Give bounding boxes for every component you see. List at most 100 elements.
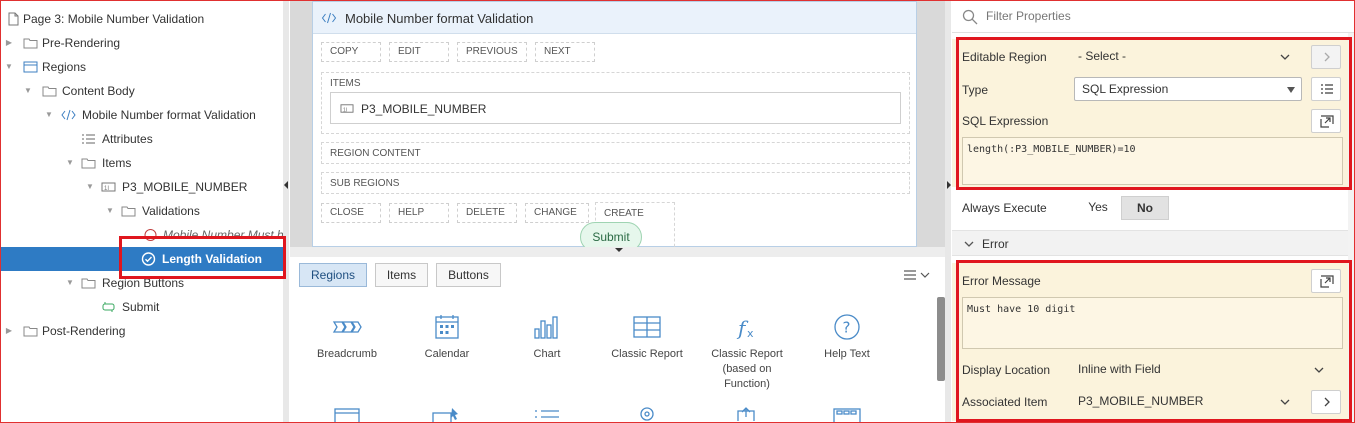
breadcrumb-icon (332, 321, 362, 333)
chart-icon (534, 316, 558, 339)
tree-node-label: Region Buttons (102, 276, 185, 290)
dropzone-copy[interactable]: COPY (321, 42, 381, 62)
error-group: Error Message Must have 10 digit Display… (952, 263, 1354, 421)
gallery-item-help-text[interactable]: ? Help Text (799, 313, 895, 362)
dropzone-delete[interactable]: DELETE (457, 203, 517, 223)
error-message-input[interactable]: Must have 10 digit (962, 297, 1343, 349)
associated-item-select[interactable]: P3_MOBILE_NUMBER (1074, 390, 1296, 414)
identification-group: Editable Region - Select - Type SQL Expr… (952, 39, 1354, 187)
gallery-item-classic-report-function[interactable]: fx Classic Report (based on Function) (699, 313, 795, 392)
page-icon (8, 12, 19, 26)
item-chip-label: P3_MOBILE_NUMBER (361, 102, 487, 116)
text-item-icon: 1I (101, 182, 116, 192)
region-content-dropzone[interactable]: REGION CONTENT (321, 142, 910, 164)
tree-node-page[interactable]: Page 3: Mobile Number Validation (1, 7, 283, 31)
gallery-item-calendar[interactable]: Calendar (399, 313, 495, 362)
create-label: CREATE (604, 208, 644, 219)
code-icon (321, 12, 337, 24)
search-icon (962, 9, 978, 25)
always-execute-no[interactable]: No (1121, 196, 1169, 220)
collapse-arrow-icon[interactable]: ▼ (65, 151, 75, 175)
gallery-item-label: Calendar (424, 348, 470, 360)
collapse-right-icon[interactable] (947, 181, 951, 189)
expand-arrow-icon[interactable]: ▶ (4, 319, 14, 343)
tree-node-region-buttons[interactable]: ▼ Region Buttons (1, 271, 283, 295)
property-editor: Filter Properties Editable Region - Sele… (952, 1, 1354, 422)
collapse-arrow-icon[interactable]: ▼ (85, 175, 95, 199)
tree-node-attributes[interactable]: Attributes (1, 127, 283, 151)
gallery-item-label: Chart (533, 348, 561, 360)
collapse-arrow-icon[interactable]: ▼ (23, 79, 33, 103)
gallery-item-classic-report[interactable]: Classic Report (599, 313, 695, 362)
check-circle-icon (141, 252, 156, 266)
expand-arrow-icon[interactable]: ▶ (4, 31, 14, 55)
editable-region-select[interactable]: - Select - (1074, 45, 1296, 69)
tree-node-length-validation[interactable]: Length Validation (1, 247, 283, 271)
tree-node-regions[interactable]: ▼ Regions (1, 55, 283, 79)
list-region-icon (334, 408, 360, 422)
dropzone-change[interactable]: CHANGE (525, 203, 589, 223)
gallery-item-breadcrumb[interactable]: Breadcrumb (299, 313, 395, 362)
dropzone-next[interactable]: NEXT (535, 42, 595, 62)
collapse-arrow-icon[interactable]: ▼ (65, 271, 75, 295)
menu-icon[interactable] (902, 268, 932, 282)
region-header[interactable]: Mobile Number format Validation (313, 2, 916, 34)
collapse-left-icon[interactable] (284, 181, 288, 189)
svg-text:1I: 1I (343, 107, 348, 113)
display-location-label: Display Location (962, 363, 1051, 377)
error-section-header[interactable]: Error (952, 230, 1354, 256)
type-label: Type (962, 83, 989, 97)
folder-open-icon (121, 206, 136, 217)
tree-node-items[interactable]: ▼ Items (1, 151, 283, 175)
sub-regions-dropzone[interactable]: SUB REGIONS (321, 172, 910, 194)
gallery-scrollbar[interactable] (937, 297, 945, 381)
center-splitter[interactable] (290, 247, 945, 257)
filter-properties[interactable]: Filter Properties (952, 1, 1354, 33)
tab-regions[interactable]: Regions (299, 263, 367, 287)
display-location-select[interactable]: Inline with Field (1074, 358, 1330, 382)
go-to-item-button[interactable] (1311, 390, 1341, 414)
table-icon (633, 316, 661, 338)
tree-node-validation-mobile[interactable]: Mobile Number Must h (1, 223, 283, 247)
map-pin-icon (640, 407, 654, 421)
gallery-item-chart[interactable]: Chart (499, 313, 595, 362)
properties-scrollbar[interactable] (1348, 33, 1354, 422)
expand-sql-button[interactable] (1311, 109, 1341, 133)
dropzone-close[interactable]: CLOSE (321, 203, 381, 223)
dropzone-edit[interactable]: EDIT (389, 42, 449, 62)
region-mobile-number[interactable]: Mobile Number format Validation COPY EDI… (312, 1, 917, 247)
always-execute-yes[interactable]: Yes (1079, 196, 1117, 220)
tab-buttons[interactable]: Buttons (436, 263, 501, 287)
item-p3-mobile-number[interactable]: 1I P3_MOBILE_NUMBER (330, 92, 901, 124)
left-splitter[interactable] (283, 1, 289, 422)
tree-node-region-mobile[interactable]: ▼ Mobile Number format Validation (1, 103, 283, 127)
type-select[interactable]: SQL Expression (1074, 77, 1302, 101)
cursor-region-icon (432, 408, 458, 422)
page-tree-panel: Page 3: Mobile Number Validation ▶ Pre-R… (1, 1, 283, 422)
collapse-arrow-icon[interactable]: ▼ (44, 103, 54, 127)
collapse-arrow-icon[interactable]: ▼ (105, 199, 115, 223)
tree-node-post-rendering[interactable]: ▶ Post-Rendering (1, 319, 283, 343)
dropzone-help[interactable]: HELP (389, 203, 449, 223)
tree-node-content-body[interactable]: ▼ Content Body (1, 79, 283, 103)
expand-error-button[interactable] (1311, 269, 1341, 293)
collapse-arrow-icon[interactable]: ▼ (4, 55, 14, 79)
associated-item-value: P3_MOBILE_NUMBER (1078, 394, 1204, 408)
layout-editor: Mobile Number format Validation COPY EDI… (290, 1, 945, 247)
gallery-item-label: Breadcrumb (317, 348, 377, 360)
right-splitter[interactable] (945, 1, 951, 422)
submit-button[interactable]: Submit (580, 222, 642, 247)
tree-node-pre-rendering[interactable]: ▶ Pre-Rendering (1, 31, 283, 55)
type-list-button[interactable] (1311, 77, 1341, 101)
tree-node-label: P3_MOBILE_NUMBER (122, 180, 248, 194)
tree-node-validations[interactable]: ▼ Validations (1, 199, 283, 223)
go-to-region-button[interactable] (1311, 45, 1341, 69)
tree-node-p3-mobile[interactable]: ▼ 1I P3_MOBILE_NUMBER (1, 175, 283, 199)
sql-expression-input[interactable]: length(:P3_MOBILE_NUMBER)=10 (962, 137, 1343, 185)
tab-items[interactable]: Items (375, 263, 428, 287)
collapse-down-icon[interactable] (615, 248, 623, 252)
gallery-panel: Regions Items Buttons Breadcrumb Calenda… (290, 257, 945, 422)
dropzone-previous[interactable]: PREVIOUS (457, 42, 527, 62)
tree-node-submit[interactable]: Submit (1, 295, 283, 319)
chevron-right-icon (1324, 397, 1330, 407)
